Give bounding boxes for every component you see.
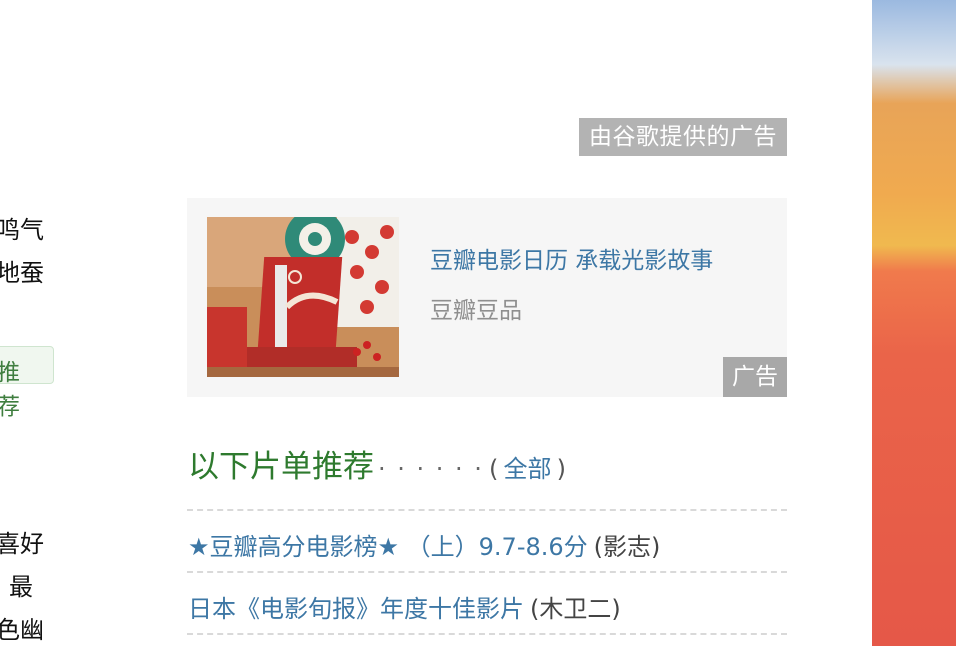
doulist-link[interactable]: ★豆瓣高分电影榜★ （上）9.7-8.6分	[188, 533, 588, 561]
ad-image[interactable]	[207, 217, 399, 377]
doulist-title: 以下片单推荐	[188, 449, 374, 485]
page-content: 鸣气 地蚕 推荐 喜好 最 色幽 由谷歌提供的广告 豆瓣电影日历 承载光影故事 …	[0, 0, 872, 646]
desktop-wallpaper	[872, 0, 956, 646]
doulist-header: 以下片单推荐 · · · · · · ( 全部 )	[188, 441, 566, 486]
list-item: ★豆瓣高分电影榜★ （上）9.7-8.6分 (影志)	[188, 527, 660, 562]
google-ad-label[interactable]: 由谷歌提供的广告	[579, 118, 787, 156]
recommend-tag-label: 推荐	[0, 360, 20, 420]
paren-open: (	[489, 455, 499, 483]
left-text-fragment: 地蚕	[0, 259, 44, 287]
divider	[187, 571, 787, 573]
paren-close: )	[556, 455, 566, 483]
list-item: 日本《电影旬报》年度十佳影片 (木卫二)	[188, 589, 621, 624]
divider	[187, 509, 787, 511]
left-text-fragment: 鸣气	[0, 216, 44, 244]
all-link[interactable]: 全部	[503, 455, 551, 483]
doulist-author: (木卫二)	[530, 595, 621, 623]
ad-title-link[interactable]: 豆瓣电影日历 承载光影故事	[430, 241, 713, 275]
ad-subtitle: 豆瓣豆品	[430, 298, 522, 324]
doulist-link[interactable]: 日本《电影旬报》年度十佳影片	[188, 595, 524, 623]
divider	[187, 633, 787, 635]
recommend-tag[interactable]: 推荐	[0, 346, 54, 420]
left-text-fragment: 色幽	[0, 616, 44, 644]
ad-card[interactable]: 豆瓣电影日历 承载光影故事 豆瓣豆品 广告	[187, 198, 787, 397]
left-text-fragment: 喜好	[0, 530, 44, 558]
ad-badge: 广告	[723, 357, 787, 397]
doulist-author: (影志)	[593, 533, 661, 561]
doulist-dots: · · · · · ·	[378, 455, 484, 483]
left-text-fragment: 最	[9, 573, 33, 601]
